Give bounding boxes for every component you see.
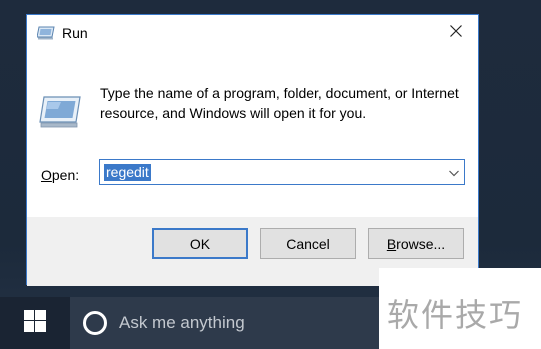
run-dialog: Run Type the name of a program, folder, <box>26 14 479 286</box>
start-button[interactable] <box>0 297 70 349</box>
watermark-text: 软件技巧 <box>387 296 524 334</box>
watermark: 软件技巧 <box>379 268 541 349</box>
instruction-text: Type the name of a program, folder, docu… <box>100 85 459 121</box>
open-combobox[interactable]: regedit <box>99 159 465 185</box>
open-label-text: pen: <box>51 167 80 183</box>
run-icon <box>39 95 81 129</box>
window-title: Run <box>62 25 88 41</box>
open-label-accesskey: O <box>41 167 52 183</box>
browse-button[interactable]: Browse... <box>368 228 464 259</box>
ok-button[interactable]: OK <box>152 228 248 259</box>
windows-logo-icon <box>24 309 46 337</box>
dialog-body: Type the name of a program, folder, docu… <box>27 51 478 217</box>
browse-accesskey: B <box>386 235 397 252</box>
cortana-icon <box>82 310 108 336</box>
chevron-down-icon[interactable] <box>448 166 460 178</box>
search-box[interactable]: Ask me anything <box>70 297 390 349</box>
run-icon <box>36 26 55 40</box>
browse-label: rowse... <box>396 235 446 252</box>
close-button[interactable] <box>434 15 478 51</box>
close-icon <box>450 24 462 42</box>
open-input-value[interactable]: regedit <box>104 164 151 181</box>
title-bar: Run <box>27 15 478 51</box>
open-label: Open: <box>41 167 79 183</box>
search-placeholder[interactable]: Ask me anything <box>119 313 245 333</box>
desktop: Run Type the name of a program, folder, <box>0 0 541 349</box>
cancel-button[interactable]: Cancel <box>260 228 356 259</box>
